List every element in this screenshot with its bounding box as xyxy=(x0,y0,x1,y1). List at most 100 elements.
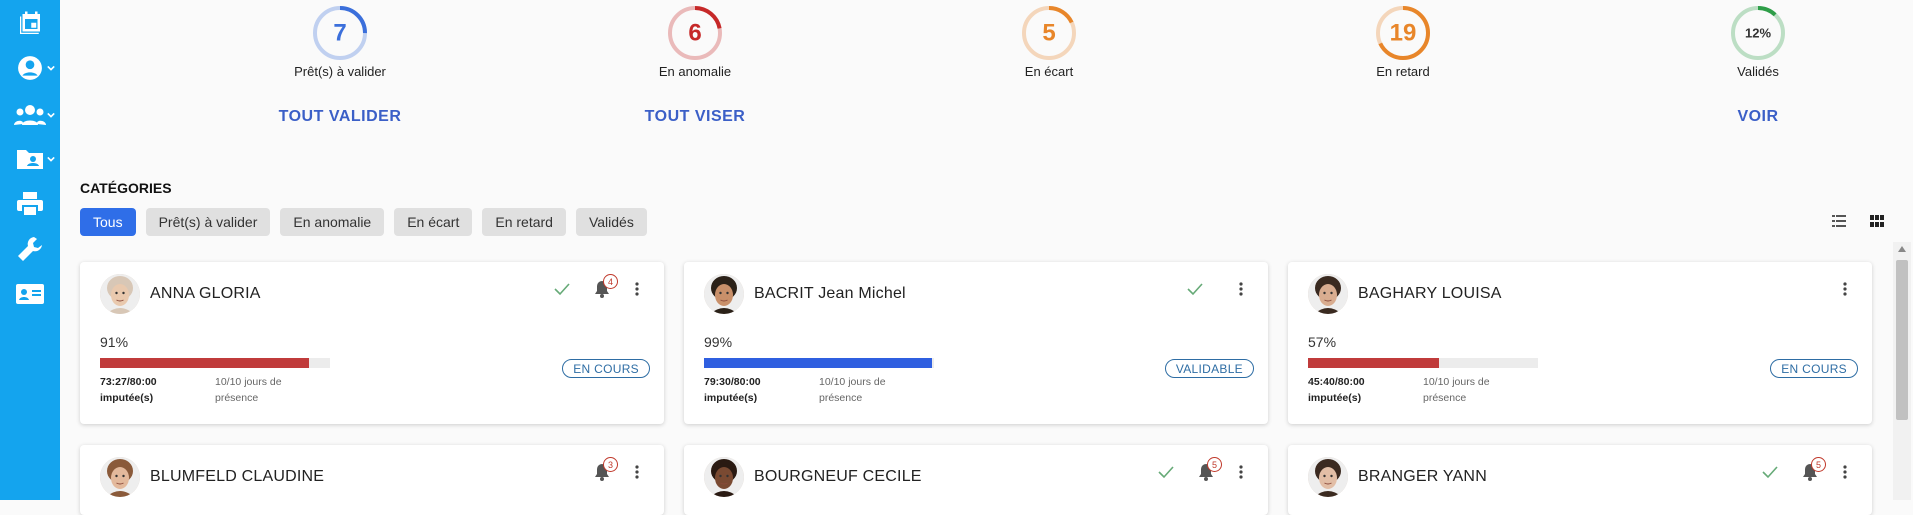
categories-title: CATÉGORIES xyxy=(80,180,172,196)
filter-chip[interactable]: Validés xyxy=(575,208,647,236)
presence-days: 10/10 jours de présence xyxy=(1423,376,1490,404)
progress-bar xyxy=(100,358,330,368)
wrench-icon xyxy=(18,237,42,261)
stat-action-button[interactable]: VOIR xyxy=(1638,108,1878,126)
avatar xyxy=(704,274,744,314)
validate-check-button[interactable] xyxy=(554,282,570,301)
status-badge: EN COURS xyxy=(562,359,650,378)
stat-3: 19 En retard xyxy=(1283,0,1523,79)
stat-value: 5 xyxy=(1042,20,1055,47)
scrollbar[interactable] xyxy=(1893,242,1911,500)
more-vertical-icon xyxy=(1239,282,1243,296)
nav-tools[interactable] xyxy=(0,231,60,267)
filter-chip[interactable]: En écart xyxy=(394,208,473,236)
printer-icon xyxy=(17,192,43,217)
filter-chip[interactable]: Tous xyxy=(80,208,136,236)
stat-action-button[interactable]: TOUT VISER xyxy=(575,108,815,126)
check-icon xyxy=(554,283,570,296)
user-circle-icon xyxy=(18,56,42,80)
main-content: 7 Prêt(s) à valider TOUT VALIDER 6 En anomal… xyxy=(60,0,1913,515)
nav-id-card[interactable] xyxy=(0,276,60,312)
progress-bar xyxy=(704,358,934,368)
stat-action-button[interactable]: TOUT VALIDER xyxy=(220,108,460,126)
folder-user-icon xyxy=(17,150,43,169)
filter-chip[interactable]: Prêt(s) à valider xyxy=(145,208,271,236)
hours-value: 73:27/80:00 xyxy=(100,376,157,388)
nav-user-account[interactable] xyxy=(0,50,60,86)
scroll-up-arrow[interactable] xyxy=(1898,246,1906,252)
stat-value: 7 xyxy=(333,20,346,47)
employee-card[interactable]: BRANGER YANN 5 xyxy=(1288,445,1872,515)
stat-value: 12% xyxy=(1745,26,1771,41)
employee-name: BACRIT Jean Michel xyxy=(754,285,906,302)
more-vertical-icon xyxy=(635,282,639,296)
progress-bar-fill xyxy=(100,358,310,368)
hours-label: imputée(s) xyxy=(704,392,758,404)
hours-summary: 79:30/80:00 imputée(s) xyxy=(704,374,804,406)
validate-check-button[interactable] xyxy=(1158,465,1174,484)
more-menu-button[interactable] xyxy=(1843,465,1847,484)
notifications-button[interactable]: 5 xyxy=(1802,457,1826,486)
notifications-button[interactable]: 4 xyxy=(594,274,618,303)
validate-check-button[interactable] xyxy=(1762,465,1778,484)
progress-bar-fill xyxy=(704,358,932,368)
employee-name: BAGHARY LOUISA xyxy=(1358,285,1502,302)
stat-label: En retard xyxy=(1376,64,1430,79)
stat-ring: 6 xyxy=(668,6,722,60)
nav-calendar[interactable] xyxy=(0,6,60,42)
check-icon xyxy=(1187,283,1203,296)
notifications-button[interactable]: 3 xyxy=(594,457,618,486)
sidebar xyxy=(0,0,60,500)
more-menu-button[interactable] xyxy=(635,282,639,301)
chevron-down-icon xyxy=(47,112,55,118)
id-card-icon xyxy=(16,284,44,304)
employee-name: BLUMFELD CLAUDINE xyxy=(150,468,325,485)
more-menu-button[interactable] xyxy=(635,465,639,484)
more-vertical-icon xyxy=(1843,282,1847,296)
list-view-icon xyxy=(1832,215,1846,227)
grid-view-button[interactable] xyxy=(1870,214,1884,232)
filter-chip[interactable]: En retard xyxy=(482,208,566,236)
scrollbar-thumb[interactable] xyxy=(1896,260,1908,420)
more-menu-button[interactable] xyxy=(1239,282,1243,301)
nav-folders[interactable] xyxy=(0,141,60,177)
employee-name: BOURGNEUF CECILE xyxy=(754,468,922,485)
stat-0: 7 Prêt(s) à valider xyxy=(220,0,460,79)
notification-count-badge: 5 xyxy=(1811,457,1826,472)
more-menu-button[interactable] xyxy=(1843,282,1847,301)
notification-count-badge: 3 xyxy=(603,457,618,472)
employee-card[interactable]: BOURGNEUF CECILE 5 xyxy=(684,445,1268,515)
users-icon xyxy=(14,105,46,125)
stat-label: En écart xyxy=(1024,64,1074,79)
progress-percent: 99% xyxy=(704,334,733,350)
hours-label: imputée(s) xyxy=(1308,392,1362,404)
employee-card[interactable]: BLUMFELD CLAUDINE 3 xyxy=(80,445,664,515)
calendar-icon xyxy=(20,11,40,34)
progress-bar xyxy=(1308,358,1538,368)
stat-2: 5 En écart xyxy=(929,0,1169,79)
list-view-button[interactable] xyxy=(1832,214,1846,232)
chevron-down-icon xyxy=(47,65,55,71)
employee-card[interactable]: ANNA GLORIA 4 91% EN COURS 73:27/80:00 imputé… xyxy=(80,262,664,424)
category-filters: Tous Prêt(s) à valider En anomalie En écart… xyxy=(80,208,647,236)
progress-percent: 91% xyxy=(100,334,129,350)
employee-name: BRANGER YANN xyxy=(1358,468,1487,485)
stat-label: Prêt(s) à valider xyxy=(294,64,386,79)
nav-print[interactable] xyxy=(0,186,60,222)
avatar xyxy=(1308,274,1348,314)
more-menu-button[interactable] xyxy=(1239,465,1243,484)
presence-days: 10/10 jours de présence xyxy=(819,376,886,404)
hours-summary: 73:27/80:00 imputée(s) xyxy=(100,374,200,406)
presence-days: 10/10 jours de présence xyxy=(215,376,282,404)
check-icon xyxy=(1158,466,1174,479)
status-badge: EN COURS xyxy=(1770,359,1858,378)
avatar xyxy=(1308,457,1348,497)
notifications-button[interactable]: 5 xyxy=(1198,457,1222,486)
stat-ring: 5 xyxy=(1022,6,1076,60)
filter-chip[interactable]: En anomalie xyxy=(280,208,385,236)
validate-check-button[interactable] xyxy=(1187,282,1203,301)
nav-users[interactable] xyxy=(0,97,60,133)
employee-card[interactable]: BAGHARY LOUISA 57% EN COURS 45:40/80:00 impu… xyxy=(1288,262,1872,424)
employee-card[interactable]: BACRIT Jean Michel 99% VALIDABLE 79:30/80:0… xyxy=(684,262,1268,424)
stat-4: 12% Validés xyxy=(1638,0,1878,79)
